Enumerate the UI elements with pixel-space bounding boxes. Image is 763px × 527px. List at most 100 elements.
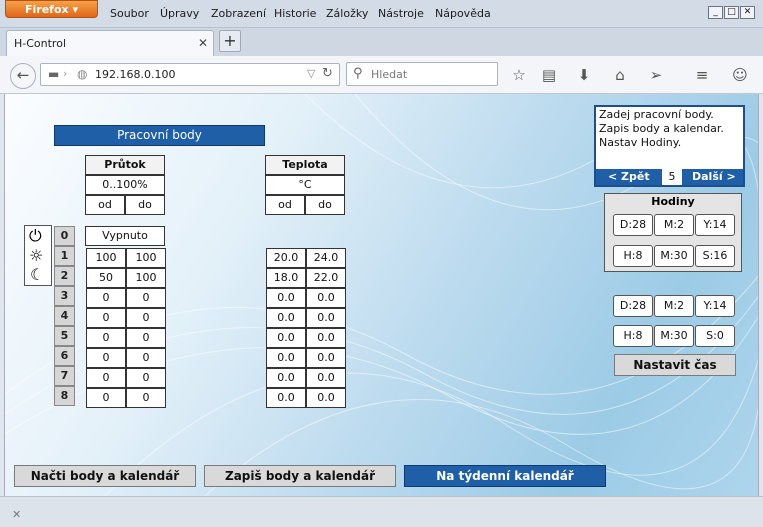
sun-icon: ☼ [29,246,44,265]
temp-from-8[interactable]: 0.0 [266,388,306,408]
search-input[interactable]: ⚲ Hledat [346,62,498,86]
tab-title: H-Control [14,37,67,50]
flow-to-4[interactable]: 0 [126,308,166,328]
send-icon[interactable]: ➢ [646,65,666,85]
back-button[interactable]: ← [10,63,36,89]
flow-to-3[interactable]: 0 [126,288,166,308]
tab-close-icon[interactable]: ✕ [198,36,208,50]
flow-from-3[interactable]: 0 [86,288,126,308]
flow-from-1[interactable]: 100 [86,248,126,268]
menu-soubor[interactable]: Soubor [110,7,149,20]
menu-zobrazeni[interactable]: Zobrazení [211,7,266,20]
temp-from-label: od [265,195,305,215]
url-text[interactable]: 192.168.0.100 [95,68,175,81]
hamburger-menu-icon[interactable]: ≡ [692,65,712,85]
set-day-input[interactable]: D:28 [613,295,653,317]
set-time-button[interactable]: Nastavit čas [614,354,736,376]
clock-month: M:2 [654,214,694,236]
menu-zalozky[interactable]: Záložky [326,7,368,20]
menu-upravy[interactable]: Úpravy [160,7,199,20]
prev-step-button[interactable]: < Zpět [608,169,650,185]
weekly-calendar-button[interactable]: Na týdenní kalendář [404,465,606,487]
row-number-0[interactable]: 0 [54,226,75,246]
menu-historie[interactable]: Historie [274,7,316,20]
temp-to-8[interactable]: 0.0 [306,388,346,408]
flow-to-5[interactable]: 0 [126,328,166,348]
new-tab-button[interactable]: + [219,30,241,52]
set-hour-input[interactable]: H:8 [613,325,653,347]
set-year-input[interactable]: Y:14 [695,295,735,317]
flow-to-6[interactable]: 0 [126,348,166,368]
row-number-8[interactable]: 8 [54,386,75,406]
moon-icon: ☾ [30,265,45,284]
row-number-2[interactable]: 2 [54,266,75,286]
set-month-input[interactable]: M:2 [654,295,694,317]
menu-napoveda[interactable]: Nápověda [435,7,491,20]
show-history-icon[interactable]: ▬ [48,67,59,81]
temp-to-2[interactable]: 22.0 [306,268,346,288]
temp-from-4[interactable]: 0.0 [266,308,306,328]
close-findbar-icon[interactable]: ✕ [12,508,21,521]
temp-to-1[interactable]: 24.0 [306,248,346,268]
reload-icon[interactable]: ↻ [322,66,333,81]
row-number-3[interactable]: 3 [54,286,75,306]
flow-from-6[interactable]: 0 [86,348,126,368]
minimize-button[interactable]: _ [708,6,723,19]
search-placeholder: Hledat [371,68,408,81]
instruction-line-1: Zadej pracovní body. [599,108,714,121]
set-second-input[interactable]: S:0 [695,325,735,347]
row-number-1[interactable]: 1 [54,246,75,266]
menu-nastroje[interactable]: Nástroje [378,7,424,20]
temp-from-2[interactable]: 18.0 [266,268,306,288]
temp-to-4[interactable]: 0.0 [306,308,346,328]
home-icon[interactable]: ⌂ [610,65,630,85]
temp-from-6[interactable]: 0.0 [266,348,306,368]
download-icon[interactable]: ⬇ [574,65,594,85]
row-number-5[interactable]: 5 [54,326,75,346]
clock-hour: H:8 [613,245,653,267]
write-points-button[interactable]: Zapiš body a kalendář [204,465,396,487]
step-nav-bar: < Zpět 5 Další > [596,169,743,185]
reading-list-icon[interactable]: ▤ [539,65,559,85]
flow-to-2[interactable]: 100 [126,268,166,288]
row-number-7[interactable]: 7 [54,366,75,386]
temp-to-5[interactable]: 0.0 [306,328,346,348]
flow-to-7[interactable]: 0 [126,368,166,388]
flow-from-2[interactable]: 50 [86,268,126,288]
flow-from-4[interactable]: 0 [86,308,126,328]
flow-from-7[interactable]: 0 [86,368,126,388]
power-icon: ⏻ [29,226,42,245]
temp-to-6[interactable]: 0.0 [306,348,346,368]
load-points-button[interactable]: Načti body a kalendář [14,465,196,487]
temp-from-3[interactable]: 0.0 [266,288,306,308]
flow-unit: 0..100% [85,175,165,195]
clock-title: Hodiny [651,195,695,208]
url-bar[interactable]: ▬ › ◍ 192.168.0.100 ▽ ↻ [40,63,340,86]
flow-from-5[interactable]: 0 [86,328,126,348]
instruction-line-2: Zapis body a kalendar. [599,122,724,135]
flow-from-8[interactable]: 0 [86,388,126,408]
instructions-panel: Zadej pracovní body. Zapis body a kalend… [594,105,745,187]
tab-bar: H-Control ✕ [0,28,763,56]
set-minute-input[interactable]: M:30 [654,325,694,347]
row-0-off-label: Vypnuto [85,226,165,246]
flow-from-label: od [85,195,125,215]
tab-h-control[interactable]: H-Control ✕ [6,30,214,56]
flow-to-8[interactable]: 0 [126,388,166,408]
search-icon: ⚲ [353,66,363,81]
row-number-6[interactable]: 6 [54,346,75,366]
temp-from-5[interactable]: 0.0 [266,328,306,348]
dropdown-icon[interactable]: ▽ [307,67,315,80]
temp-to-3[interactable]: 0.0 [306,288,346,308]
next-step-button[interactable]: Další > [692,169,736,185]
close-window-button[interactable]: ✕ [740,6,755,19]
temp-from-1[interactable]: 20.0 [266,248,306,268]
temp-from-7[interactable]: 0.0 [266,368,306,388]
smiley-feedback-icon[interactable]: ☺ [730,65,750,85]
bookmark-star-icon[interactable]: ☆ [509,65,529,85]
maximize-button[interactable]: □ [724,6,739,19]
firefox-menu-button[interactable]: Firefox ▾ [5,0,98,18]
temp-to-7[interactable]: 0.0 [306,368,346,388]
row-number-4[interactable]: 4 [54,306,75,326]
flow-to-1[interactable]: 100 [126,248,166,268]
